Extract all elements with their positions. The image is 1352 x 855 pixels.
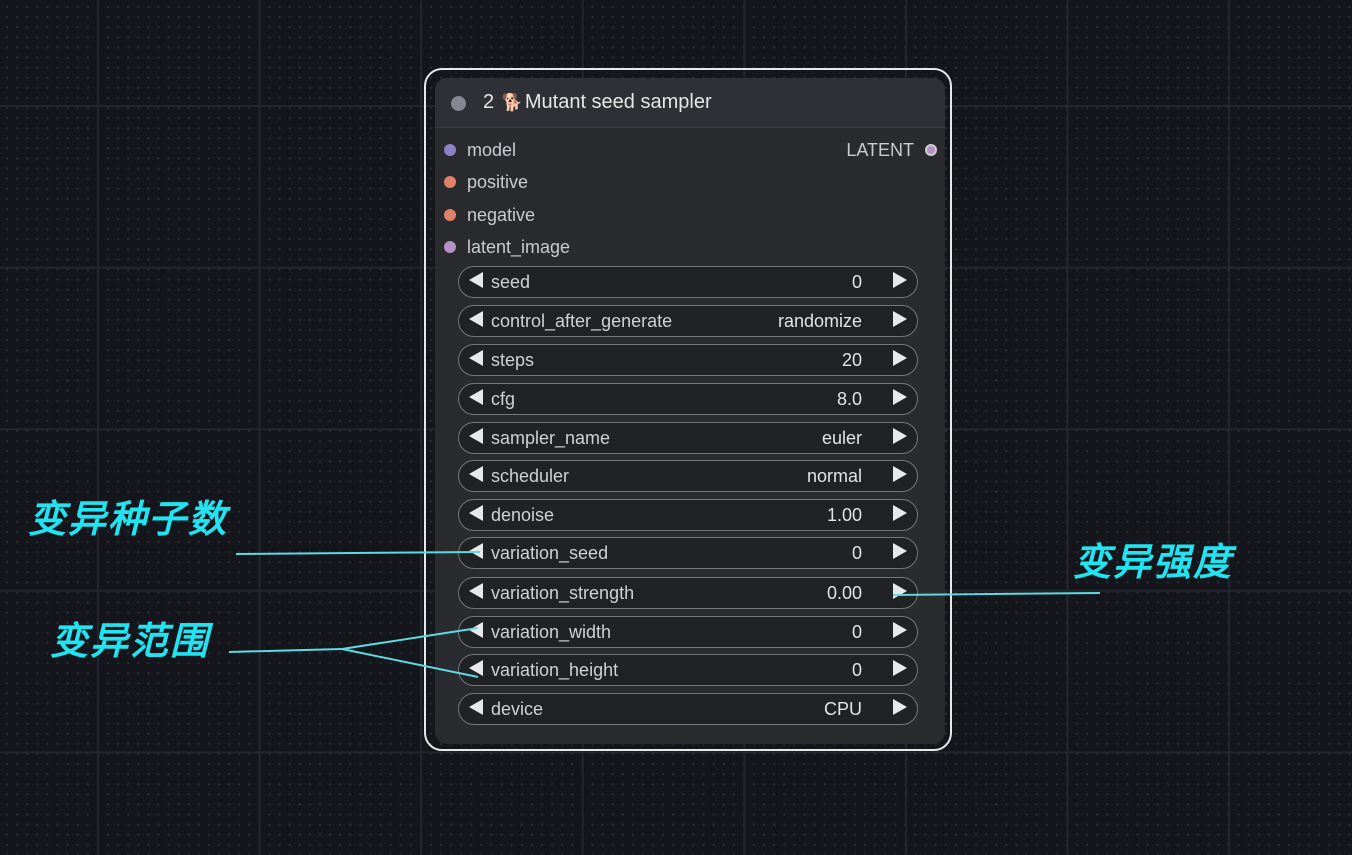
slot-dot[interactable] <box>444 144 456 156</box>
widget-device[interactable]: device CPU <box>458 693 918 725</box>
decrement-arrow-icon[interactable] <box>469 389 483 405</box>
widget-control-after-generate[interactable]: control_after_generate randomize <box>458 305 918 337</box>
decrement-arrow-icon[interactable] <box>469 272 483 288</box>
widget-variation-seed[interactable]: variation_seed 0 <box>458 537 918 569</box>
widget-label: device <box>491 699 544 719</box>
increment-arrow-icon[interactable] <box>893 466 907 482</box>
input-label: model <box>467 140 517 160</box>
widget-value[interactable]: 8.0 <box>837 389 862 410</box>
node-title: 2 🐕 Mutant seed sampler <box>483 91 712 114</box>
decrement-arrow-icon[interactable] <box>469 660 483 676</box>
output-slot-latent[interactable]: LATENT <box>817 138 937 162</box>
increment-arrow-icon[interactable] <box>893 272 907 288</box>
decrement-arrow-icon[interactable] <box>469 543 483 559</box>
decrement-arrow-icon[interactable] <box>469 699 483 715</box>
widget-value[interactable]: randomize <box>778 311 862 332</box>
output-label: LATENT <box>846 140 914 160</box>
increment-arrow-icon[interactable] <box>893 389 907 405</box>
input-label: latent_image <box>467 237 571 257</box>
widget-value[interactable]: euler <box>822 428 862 449</box>
dog-icon: 🐕 <box>501 93 523 112</box>
widget-label: steps <box>491 350 535 370</box>
widget-variation-strength[interactable]: variation_strength 0.00 <box>458 577 918 609</box>
node-header[interactable]: 2 🐕 Mutant seed sampler <box>435 78 945 128</box>
widget-denoise[interactable]: denoise 1.00 <box>458 499 918 531</box>
increment-arrow-icon[interactable] <box>893 622 907 638</box>
input-label: positive <box>467 172 529 192</box>
annotation-variation-range: 变异范围 <box>50 619 211 663</box>
widget-scheduler[interactable]: scheduler normal <box>458 460 918 492</box>
widget-variation-height[interactable]: variation_height 0 <box>458 654 918 686</box>
annotation-variation-seed: 变异种子数 <box>28 497 229 541</box>
node-id: 2 <box>483 91 495 113</box>
widget-sampler-name[interactable]: sampler_name euler <box>458 422 918 454</box>
increment-arrow-icon[interactable] <box>893 428 907 444</box>
node-title-text: Mutant seed sampler <box>524 91 712 113</box>
widget-seed[interactable]: seed 0 <box>458 266 918 298</box>
widget-label: cfg <box>491 389 516 409</box>
slot-dot[interactable] <box>444 209 456 221</box>
widget-label: scheduler <box>491 466 570 486</box>
widget-variation-width[interactable]: variation_width 0 <box>458 616 918 648</box>
increment-arrow-icon[interactable] <box>893 350 907 366</box>
widget-label: variation_strength <box>491 583 635 603</box>
increment-arrow-icon[interactable] <box>893 583 907 599</box>
decrement-arrow-icon[interactable] <box>469 583 483 599</box>
sampler-node[interactable]: 2 🐕 Mutant seed sampler model positive ne… <box>435 78 945 744</box>
widget-value[interactable]: CPU <box>824 699 862 720</box>
decrement-arrow-icon[interactable] <box>469 311 483 327</box>
widget-label: variation_height <box>491 660 619 680</box>
node-collapse-dot[interactable] <box>451 96 466 111</box>
widget-label: seed <box>491 272 531 292</box>
slot-dot[interactable] <box>444 176 456 188</box>
widget-value[interactable]: 0 <box>852 660 862 681</box>
decrement-arrow-icon[interactable] <box>469 428 483 444</box>
widget-label: denoise <box>491 505 555 525</box>
widget-value[interactable]: 1.00 <box>827 505 862 526</box>
widget-value[interactable]: 0 <box>852 543 862 564</box>
slot-dot[interactable] <box>925 144 937 156</box>
increment-arrow-icon[interactable] <box>893 699 907 715</box>
increment-arrow-icon[interactable] <box>893 311 907 327</box>
input-label: negative <box>467 205 536 225</box>
decrement-arrow-icon[interactable] <box>469 505 483 521</box>
increment-arrow-icon[interactable] <box>893 660 907 676</box>
widget-value[interactable]: 0 <box>852 622 862 643</box>
decrement-arrow-icon[interactable] <box>469 466 483 482</box>
widget-cfg[interactable]: cfg 8.0 <box>458 383 918 415</box>
slot-dot[interactable] <box>444 241 456 253</box>
widget-label: variation_width <box>491 622 612 642</box>
widget-value[interactable]: 0.00 <box>827 583 862 604</box>
annotation-variation-strength: 变异强度 <box>1073 540 1234 584</box>
decrement-arrow-icon[interactable] <box>469 622 483 638</box>
widget-value[interactable]: 20 <box>842 350 862 371</box>
widget-steps[interactable]: steps 20 <box>458 344 918 376</box>
widget-value[interactable]: 0 <box>852 272 862 293</box>
widget-value[interactable]: normal <box>807 466 862 487</box>
widget-label: variation_seed <box>491 543 609 563</box>
widget-label: control_after_generate <box>491 311 673 331</box>
increment-arrow-icon[interactable] <box>893 543 907 559</box>
widget-label: sampler_name <box>491 428 611 448</box>
increment-arrow-icon[interactable] <box>893 505 907 521</box>
decrement-arrow-icon[interactable] <box>469 350 483 366</box>
